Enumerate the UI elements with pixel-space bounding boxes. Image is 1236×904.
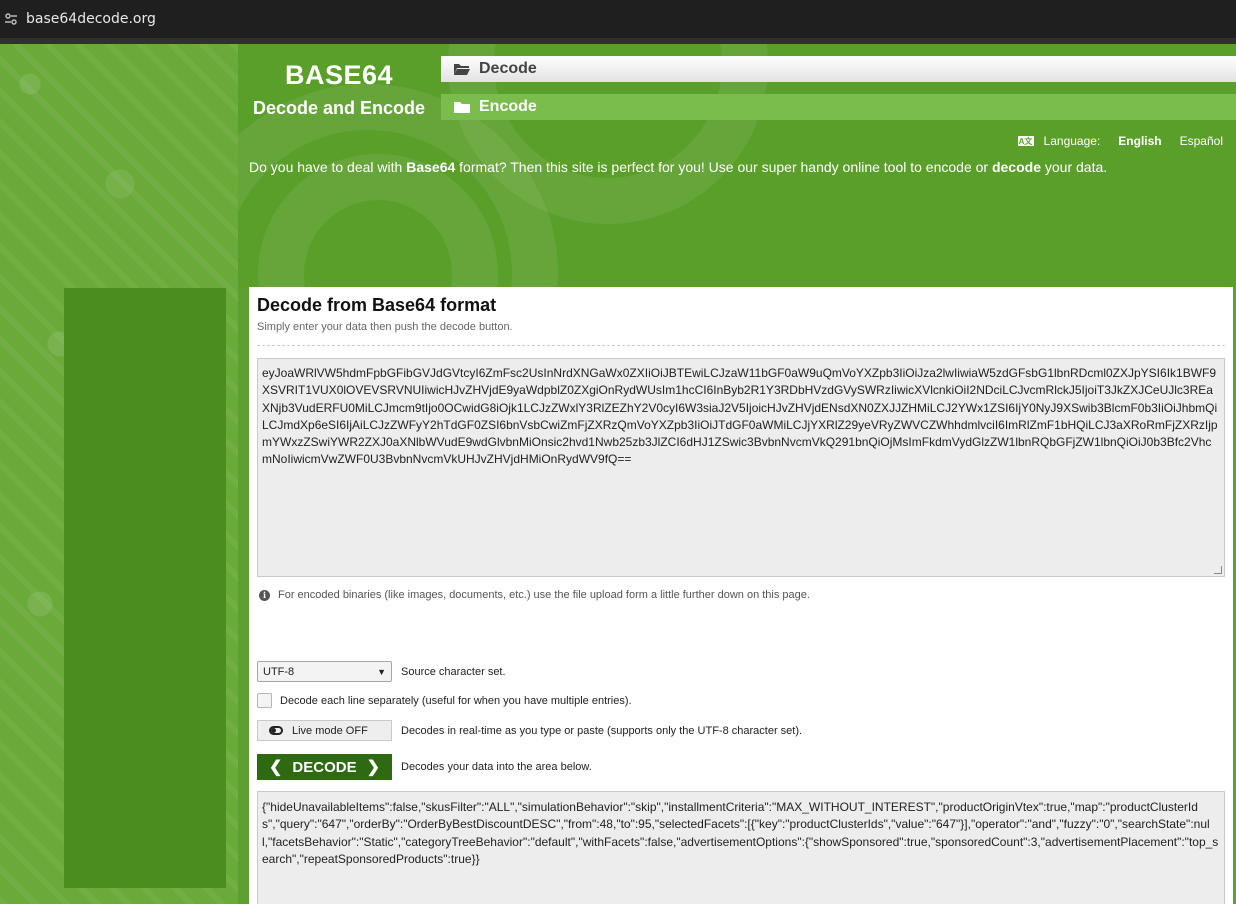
translate-icon: A文 xyxy=(1017,136,1034,146)
live-mode-description: Decodes in real-time as you type or past… xyxy=(401,724,803,737)
decode-panel: Decode from Base64 format Simply enter y… xyxy=(249,287,1233,904)
intro-part-1: Do you have to deal with xyxy=(249,159,407,175)
divider xyxy=(257,345,1225,346)
site-logo-subtitle[interactable]: Decode and Encode xyxy=(238,98,440,119)
base64-input-value: eyJoaWRlVW5hdmFpbGFibGVJdGVtcyI6ZmFsc2Us… xyxy=(262,366,1218,467)
page-title: Decode from Base64 format xyxy=(257,295,497,315)
browser-address-bar[interactable]: base64decode.org xyxy=(0,0,1236,38)
site-logo-title[interactable]: BASE64 xyxy=(238,60,440,91)
base64-input-field[interactable]: eyJoaWRlVW5hdmFpbGFibGVJdGVtcyI6ZmFsc2Us… xyxy=(257,358,1225,577)
language-selector: A文 Language: English Español xyxy=(1017,134,1223,148)
chevron-left-icon: ❮ xyxy=(269,759,283,776)
toggle-off-icon xyxy=(269,726,283,735)
decode-row: ❮ DECODE ❯ Decodes your data into the ar… xyxy=(257,754,592,780)
live-mode-label: Live mode OFF xyxy=(292,724,368,737)
decode-button[interactable]: ❮ DECODE ❯ xyxy=(257,754,392,780)
each-line-checkbox[interactable] xyxy=(257,693,272,708)
nav-tab-decode[interactable]: Decode xyxy=(441,56,1236,82)
nav-tab-encode[interactable]: Encode xyxy=(441,94,1236,120)
left-sidebar-panel xyxy=(64,288,226,888)
resize-handle-icon[interactable] xyxy=(1214,566,1222,574)
folder-open-icon xyxy=(454,64,470,75)
chevron-down-icon: ▼ xyxy=(377,666,386,677)
chevron-right-icon: ❯ xyxy=(366,759,380,776)
nav-tab-encode-label: Encode xyxy=(479,98,537,115)
upload-note-text: For encoded binaries (like images, docum… xyxy=(278,589,810,601)
each-line-label[interactable]: Decode each line separately (useful for … xyxy=(280,695,632,707)
decoded-output-field[interactable]: {"hideUnavailableItems":false,"skusFilte… xyxy=(257,791,1225,904)
each-line-row: Decode each line separately (useful for … xyxy=(257,693,632,708)
folder-icon xyxy=(454,102,470,113)
language-spanish[interactable]: Español xyxy=(1180,134,1223,148)
language-label: Language: xyxy=(1043,134,1101,148)
live-mode-button[interactable]: Live mode OFF xyxy=(257,720,392,741)
page: BASE64 Decode and Encode Decode Encode A… xyxy=(0,44,1236,904)
intro-text: Do you have to deal with Base64 format? … xyxy=(249,159,1107,175)
url-text[interactable]: base64decode.org xyxy=(26,11,156,27)
upload-note: i For encoded binaries (like images, doc… xyxy=(259,589,810,601)
nav-tab-decode-label: Decode xyxy=(479,60,537,77)
site-settings-icon[interactable] xyxy=(4,12,18,26)
intro-part-3: your data. xyxy=(1040,159,1108,175)
charset-select[interactable]: UTF-8 ▼ xyxy=(257,661,392,682)
decoded-output-value: {"hideUnavailableItems":false,"skusFilte… xyxy=(262,800,1219,866)
intro-bold-base64: Base64 xyxy=(406,159,456,175)
charset-row: UTF-8 ▼ Source character set. xyxy=(257,661,506,682)
info-icon: i xyxy=(259,589,270,601)
language-english[interactable]: English xyxy=(1118,134,1161,148)
live-mode-row: Live mode OFF Decodes in real-time as yo… xyxy=(257,720,802,741)
page-subtitle: Simply enter your data then push the dec… xyxy=(257,321,513,333)
intro-bold-decode: decode xyxy=(991,159,1041,175)
decode-description: Decodes your data into the area below. xyxy=(401,761,592,773)
charset-label: Source character set. xyxy=(401,665,506,678)
charset-value: UTF-8 xyxy=(263,665,295,678)
decode-button-label: DECODE xyxy=(292,758,357,776)
intro-part-2: format? Then this site is perfect for yo… xyxy=(455,159,992,175)
